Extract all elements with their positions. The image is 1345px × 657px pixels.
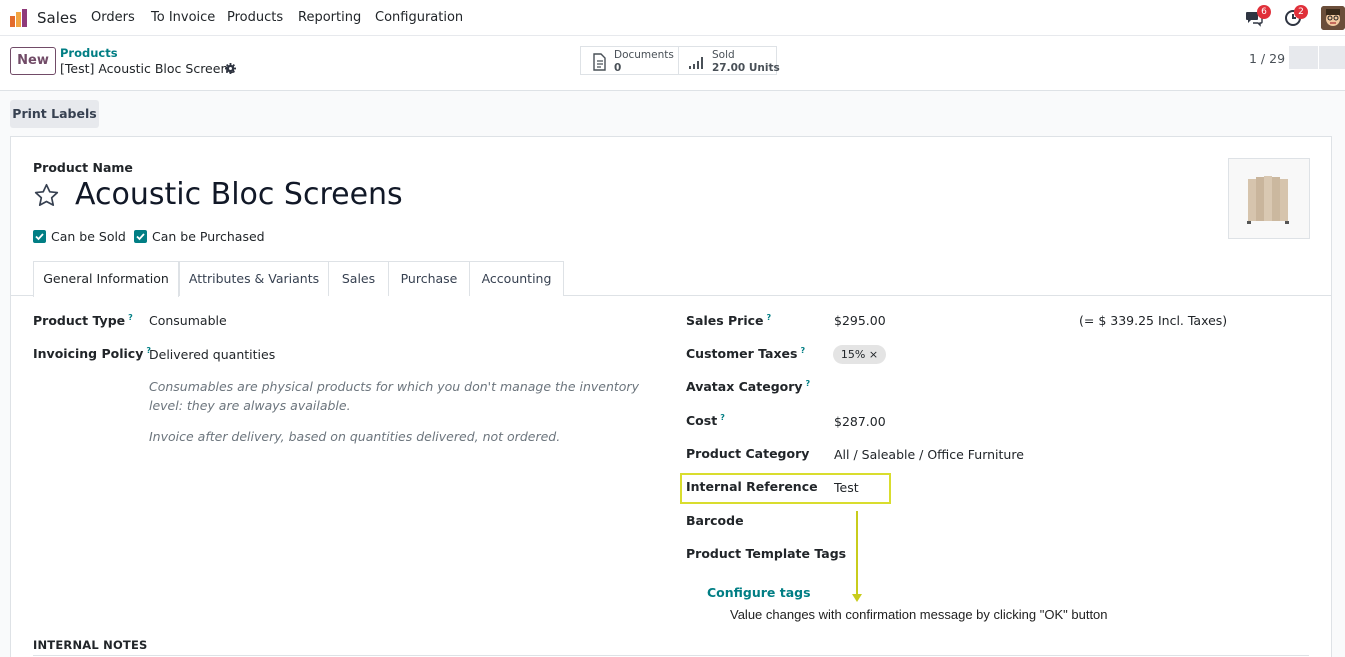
- help-tooltip-icon[interactable]: ?: [767, 313, 772, 322]
- internal-reference-label: Internal Reference: [686, 479, 818, 494]
- checkmark-icon: [35, 233, 44, 241]
- sales-price-label: Sales Price?: [686, 313, 772, 329]
- configure-tags-link[interactable]: Configure tags: [707, 585, 811, 600]
- breadcrumb-parent[interactable]: Products: [60, 46, 118, 60]
- documents-smart-button[interactable]: Documents 0: [580, 46, 679, 75]
- can-be-purchased-checkbox[interactable]: [134, 230, 147, 243]
- sold-smart-button[interactable]: Sold 27.00 Units: [678, 46, 780, 75]
- can-be-purchased-label[interactable]: Can be Purchased: [152, 229, 265, 244]
- documents-label: Documents: [614, 49, 674, 61]
- print-labels-button[interactable]: Print Labels: [10, 100, 99, 128]
- chat-badge: 6: [1257, 5, 1271, 19]
- product-type-help: Consumables are physical products for wh…: [149, 379, 639, 413]
- app-name[interactable]: Sales: [37, 9, 77, 27]
- product-name-label: Product Name: [33, 160, 133, 175]
- invoicing-policy-value[interactable]: Delivered quantities: [149, 347, 275, 362]
- invoicing-policy-help: Invoice after delivery, based on quantit…: [149, 429, 561, 444]
- tab-purchase[interactable]: Purchase: [388, 261, 470, 296]
- price-incl-taxes: (= $ 339.25 Incl. Taxes): [1079, 313, 1228, 328]
- barcode-label: Barcode: [686, 513, 744, 528]
- internal-notes-label: INTERNAL NOTES: [33, 638, 148, 652]
- product-type-value[interactable]: Consumable: [149, 313, 227, 328]
- customer-tax-tag[interactable]: 15% ×: [833, 345, 886, 364]
- product-image[interactable]: [1228, 158, 1310, 239]
- help-tooltip-icon[interactable]: ?: [720, 413, 725, 422]
- can-be-sold-checkbox[interactable]: [33, 230, 46, 243]
- product-category-value[interactable]: All / Saleable / Office Furniture: [834, 447, 1024, 462]
- sales-app-icon[interactable]: [9, 8, 29, 28]
- signal-bars-icon: [689, 57, 703, 69]
- product-type-label: Product Type?: [33, 313, 133, 329]
- tab-attributes-variants[interactable]: Attributes & Variants: [179, 261, 329, 296]
- help-tooltip-icon[interactable]: ?: [800, 346, 805, 355]
- new-button[interactable]: New: [10, 47, 56, 75]
- cost-label: Cost?: [686, 413, 725, 429]
- can-be-sold-label[interactable]: Can be Sold: [51, 229, 126, 244]
- menu-configuration[interactable]: Configuration: [375, 10, 463, 25]
- help-tooltip-icon[interactable]: ?: [128, 313, 133, 322]
- document-icon: [593, 53, 606, 71]
- star-icon[interactable]: [33, 182, 60, 209]
- breadcrumb-current: [Test] Acoustic Bloc Screens: [60, 61, 235, 76]
- avatax-category-label: Avatax Category?: [686, 379, 811, 395]
- top-navbar: Sales Orders To Invoice Products Reporti…: [0, 0, 1345, 36]
- pager-previous-button[interactable]: [1289, 46, 1318, 69]
- product-category-label: Product Category: [686, 446, 810, 461]
- documents-value: 0: [614, 62, 622, 74]
- gear-icon[interactable]: [225, 63, 236, 74]
- cost-value[interactable]: $287.00: [834, 414, 886, 429]
- user-avatar[interactable]: [1321, 6, 1345, 30]
- help-tooltip-icon[interactable]: ?: [806, 379, 811, 388]
- invoicing-policy-label: Invoicing Policy?: [33, 346, 151, 362]
- internal-reference-value[interactable]: Test: [834, 480, 859, 495]
- annotation-text: Value changes with confirmation message …: [730, 607, 1108, 622]
- tab-general-information[interactable]: General Information: [33, 261, 179, 297]
- pager-next-button[interactable]: [1319, 46, 1345, 69]
- menu-orders[interactable]: Orders: [91, 10, 135, 25]
- menu-to-invoice[interactable]: To Invoice: [151, 10, 215, 25]
- acoustic-screen-image: [1247, 176, 1289, 224]
- menu-products[interactable]: Products: [227, 10, 283, 25]
- product-name-title[interactable]: Acoustic Bloc Screens: [75, 177, 403, 212]
- internal-notes-divider: [33, 655, 1309, 656]
- sold-label: Sold: [712, 49, 735, 61]
- tab-accounting[interactable]: Accounting: [469, 261, 564, 296]
- checkmark-icon: [136, 233, 145, 241]
- annotation-arrow-head: [852, 594, 862, 602]
- product-template-tags-label: Product Template Tags: [686, 546, 847, 561]
- tab-sales[interactable]: Sales: [328, 261, 389, 296]
- sold-value: 27.00 Units: [712, 62, 780, 74]
- activity-badge: 2: [1294, 5, 1308, 19]
- menu-reporting[interactable]: Reporting: [298, 10, 361, 25]
- pager-value[interactable]: 1 / 29: [1249, 51, 1285, 66]
- customer-taxes-label: Customer Taxes?: [686, 346, 806, 362]
- annotation-arrow: [856, 511, 858, 595]
- sales-price-value[interactable]: $295.00: [834, 313, 886, 328]
- control-panel: New Products [Test] Acoustic Bloc Screen…: [0, 36, 1345, 91]
